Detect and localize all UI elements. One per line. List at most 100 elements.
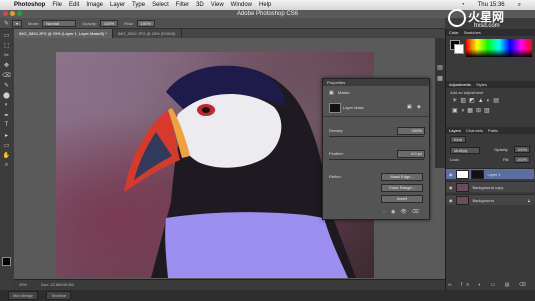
eraser-tool-icon[interactable]: ⌫: [2, 71, 11, 79]
menu-image[interactable]: Image: [86, 2, 103, 8]
visibility-eye-icon[interactable]: ◉: [449, 198, 453, 203]
layers-footer-icons[interactable]: ∞ fx ◐ ▭ ▤ ⌫: [448, 282, 530, 288]
density-slider[interactable]: [329, 136, 424, 137]
mask-edge-button[interactable]: Mask Edge...: [381, 173, 423, 181]
properties-icon[interactable]: ▦: [435, 75, 445, 82]
feather-slider[interactable]: [329, 159, 424, 160]
flow-field[interactable]: 100%: [136, 19, 155, 27]
bg-color-chip[interactable]: [454, 44, 464, 54]
tab-img-5854[interactable]: IMG_5854.JPG @ 25% (Layer 1, Layer Mask/…: [14, 29, 113, 38]
zoom-tool-icon[interactable]: ⌕: [2, 161, 11, 169]
opacity-field[interactable]: 100%: [99, 19, 119, 27]
history-icon[interactable]: ▤: [435, 64, 445, 71]
zoom-level[interactable]: 25%: [19, 282, 27, 287]
marquee-tool-icon[interactable]: ▭: [2, 31, 11, 39]
minimize-icon[interactable]: [10, 11, 15, 16]
close-icon[interactable]: [3, 11, 8, 16]
menu-filter[interactable]: Filter: [176, 2, 189, 8]
window-title: Adobe Photoshop CS6: [236, 11, 299, 17]
crop-tool-icon[interactable]: ✂: [2, 51, 11, 59]
layer-thumbnail: [455, 195, 469, 205]
tab-mini-bridge[interactable]: Mini Bridge: [8, 291, 39, 300]
adjustment-icons[interactable]: ☀▥◩▲◐▤: [452, 97, 502, 104]
foreground-color-swatch[interactable]: [2, 257, 11, 266]
options-bar: ✎ ▾ Mode: Normal Opacity: 100% Flow: 100…: [0, 18, 445, 29]
density-label: Density:: [329, 128, 344, 133]
layer-mask-thumbnail[interactable]: [470, 169, 484, 179]
move-tool-icon[interactable]: ✥: [2, 61, 11, 69]
menu-file[interactable]: File: [52, 2, 62, 8]
menu-select[interactable]: Select: [152, 2, 169, 8]
invert-button[interactable]: Invert: [381, 195, 423, 203]
fill-field[interactable]: 100%: [514, 156, 531, 163]
zoom-icon[interactable]: [17, 11, 22, 16]
pen-tool-icon[interactable]: ✒: [2, 111, 11, 119]
adjustments-panel-header: Adjustments Styles: [446, 81, 535, 88]
color-panel-header: Color Swatches: [446, 29, 535, 36]
brush-tool-icon[interactable]: ✎: [4, 20, 9, 27]
layer-thumbnail: [455, 182, 469, 192]
opacity-label: Opacity:: [82, 20, 97, 26]
menu-help[interactable]: Help: [259, 2, 271, 8]
hand-tool-icon[interactable]: ✋: [2, 151, 11, 159]
menu-type[interactable]: Type: [132, 2, 145, 8]
document-tabs: IMG_5854.JPG @ 25% (Layer 1, Layer Mask/…: [14, 29, 445, 38]
properties-footer-icons[interactable]: ◌◉👁⌫: [383, 209, 424, 215]
type-tool-icon[interactable]: T: [2, 121, 11, 129]
right-panels: Color Swatches Adjustments Styles Add an…: [445, 29, 535, 290]
stamp-tool-icon[interactable]: ⬤: [2, 91, 11, 99]
adjustment-icons-row2[interactable]: ▣◑▦⊞▧: [452, 107, 493, 114]
masks-section-label: Masks: [338, 90, 350, 95]
mode-select[interactable]: Normal: [42, 19, 77, 27]
menu-window[interactable]: Window: [231, 2, 252, 8]
tab-adjustments[interactable]: Adjustments: [449, 81, 471, 88]
layer-thumbnail: [455, 169, 469, 179]
vector-mask-icon[interactable]: ◈: [417, 104, 421, 110]
mode-label: Mode:: [28, 20, 40, 26]
status-bar: 25% Doc: 22.8M/35.0M: [14, 279, 445, 289]
tab-paths[interactable]: Paths: [488, 127, 498, 134]
layer-name: Background copy: [472, 184, 504, 190]
menu-edit[interactable]: Edit: [69, 2, 79, 8]
app-menu[interactable]: Photoshop: [14, 2, 45, 8]
tab-swatches[interactable]: Swatches: [464, 29, 481, 36]
properties-panel: Properties ▣ Masks Layer Mask ▣ ◈ Densit…: [322, 78, 430, 220]
hxsd-logo-icon: [448, 9, 466, 27]
color-range-button[interactable]: Color Range...: [381, 184, 423, 192]
lasso-tool-icon[interactable]: ⬚: [2, 41, 11, 49]
visibility-eye-icon[interactable]: ◉: [449, 172, 453, 177]
layer-row-background[interactable]: ◉ Background 🔒︎: [446, 194, 534, 205]
tab-channels[interactable]: Channels: [466, 127, 483, 134]
shape-tool-icon[interactable]: ▭: [2, 141, 11, 149]
tab-layers[interactable]: Layers: [449, 127, 461, 134]
brush-preset-picker[interactable]: ▾: [12, 19, 23, 27]
brush-tool-icon[interactable]: ✎: [2, 81, 11, 89]
tab-img-5552[interactable]: IMG_5552.JPG @ 25% (RGB/8): [113, 29, 182, 38]
lock-label: Lock:: [450, 157, 460, 162]
feather-field[interactable]: 0.0 px: [397, 150, 425, 158]
properties-title: Properties: [323, 79, 429, 86]
lock-icon: 🔒︎: [527, 197, 530, 203]
layer-name: Layer 1: [487, 171, 501, 177]
tab-styles[interactable]: Styles: [476, 81, 487, 88]
menu-layer[interactable]: Layer: [110, 2, 125, 8]
layer-row-background-copy[interactable]: ◉ Background copy: [446, 181, 534, 192]
tab-color[interactable]: Color: [449, 29, 459, 36]
layers-panel-header: Layers Channels Paths: [446, 127, 535, 134]
layer-opacity-field[interactable]: 100%: [514, 146, 531, 153]
adjustments-title: Add an adjustment: [450, 90, 484, 95]
blend-mode-select[interactable]: Multiply: [450, 147, 480, 154]
layer-mask-label: Layer Mask: [343, 105, 364, 110]
visibility-eye-icon[interactable]: ◉: [449, 185, 453, 190]
path-select-tool-icon[interactable]: ▸: [2, 131, 11, 139]
pixel-mask-icon[interactable]: ▣: [407, 104, 412, 110]
tab-timeline[interactable]: Timeline: [46, 291, 71, 300]
dodge-tool-icon[interactable]: ◐: [2, 101, 11, 109]
bottom-panel-tabs: Mini Bridge Timeline: [0, 290, 535, 301]
spectrum-shade: [466, 49, 532, 57]
layer-row-layer-1[interactable]: ◉ Layer 1: [446, 168, 534, 179]
layer-filter-kind[interactable]: Kind: [450, 136, 467, 143]
menu-view[interactable]: View: [211, 2, 224, 8]
density-field[interactable]: 100%: [397, 127, 425, 135]
menu-3d[interactable]: 3D: [196, 2, 204, 8]
